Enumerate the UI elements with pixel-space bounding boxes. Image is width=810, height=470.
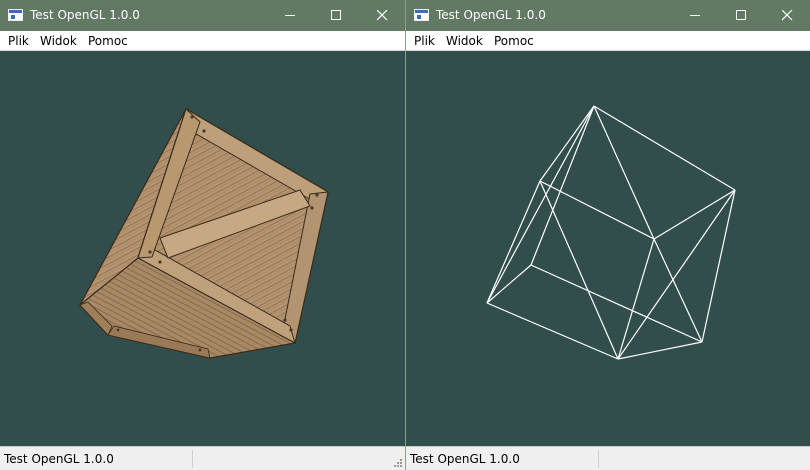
close-button[interactable]	[359, 0, 405, 31]
window-title: Test OpenGL 1.0.0	[436, 8, 546, 22]
menu-plik[interactable]: Plik	[8, 34, 29, 48]
menu-bar: Plik Widok Pomoc	[406, 31, 810, 51]
maximize-button[interactable]	[718, 0, 764, 31]
maximize-icon	[736, 10, 746, 20]
wireframe-cube	[486, 105, 736, 360]
menu-bar: Plik Widok Pomoc	[0, 31, 405, 51]
app-window-icon	[414, 9, 429, 21]
textured-crate	[79, 107, 329, 359]
minimize-button[interactable]	[672, 0, 718, 31]
minimize-icon	[285, 15, 295, 16]
close-button[interactable]	[764, 0, 810, 31]
status-text: Test OpenGL 1.0.0	[4, 452, 114, 466]
menu-pomoc[interactable]: Pomoc	[494, 34, 534, 48]
status-divider	[598, 450, 599, 468]
menu-pomoc[interactable]: Pomoc	[88, 34, 128, 48]
window-textured: Test OpenGL 1.0.0 Plik Widok Pomoc Test …	[0, 0, 405, 470]
status-text: Test OpenGL 1.0.0	[410, 452, 520, 466]
title-bar[interactable]: Test OpenGL 1.0.0	[0, 0, 405, 31]
window-title: Test OpenGL 1.0.0	[30, 8, 140, 22]
app-window-icon	[8, 9, 23, 21]
status-bar: Test OpenGL 1.0.0	[406, 446, 810, 470]
title-bar[interactable]: Test OpenGL 1.0.0	[406, 0, 810, 31]
resize-grip-icon[interactable]	[393, 458, 403, 468]
menu-widok[interactable]: Widok	[446, 34, 483, 48]
close-icon	[377, 10, 388, 21]
maximize-icon	[331, 10, 341, 20]
minimize-button[interactable]	[267, 0, 313, 31]
minimize-icon	[690, 15, 700, 16]
gl-viewport[interactable]	[0, 51, 405, 446]
gl-viewport[interactable]	[406, 51, 810, 446]
window-wireframe: Test OpenGL 1.0.0 Plik Widok Pomoc Test …	[405, 0, 810, 470]
status-divider	[192, 450, 193, 468]
menu-widok[interactable]: Widok	[40, 34, 77, 48]
maximize-button[interactable]	[313, 0, 359, 31]
status-bar: Test OpenGL 1.0.0	[0, 446, 405, 470]
menu-plik[interactable]: Plik	[414, 34, 435, 48]
close-icon	[782, 10, 793, 21]
